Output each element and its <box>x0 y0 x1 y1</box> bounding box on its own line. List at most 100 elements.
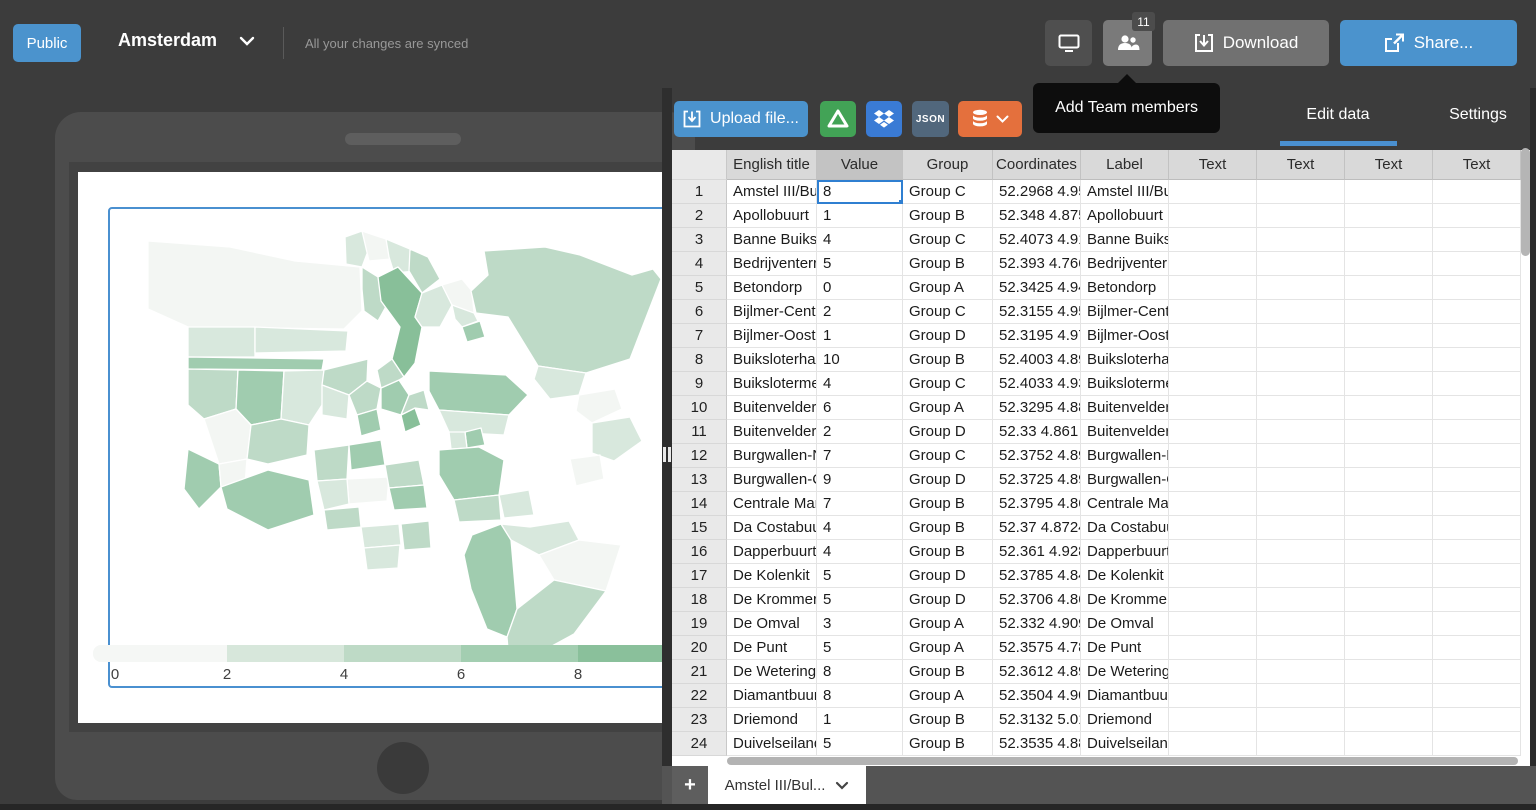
cell-text[interactable] <box>1169 588 1257 612</box>
cell-value[interactable]: 5 <box>817 588 903 612</box>
cell-english-title[interactable]: De Omval <box>727 612 817 636</box>
cell-value[interactable]: 5 <box>817 252 903 276</box>
cell-text[interactable] <box>1433 612 1521 636</box>
cell-text[interactable] <box>1169 252 1257 276</box>
cell-text[interactable] <box>1257 684 1345 708</box>
row-number[interactable]: 21 <box>672 660 727 684</box>
share-button[interactable]: Share... <box>1340 20 1517 66</box>
cell-text[interactable] <box>1169 540 1257 564</box>
cell-text[interactable] <box>1169 300 1257 324</box>
cell-coordinates[interactable]: 52.2968 4.95 <box>993 180 1081 204</box>
cell-english-title[interactable]: Burgwallen-C <box>727 468 817 492</box>
cell-text[interactable] <box>1433 684 1521 708</box>
cell-group[interactable]: Group C <box>903 180 993 204</box>
cell-coordinates[interactable]: 52.37 4.8724 <box>993 516 1081 540</box>
cell-value[interactable]: 5 <box>817 564 903 588</box>
cell-group[interactable]: Group A <box>903 396 993 420</box>
cell-group[interactable]: Group D <box>903 420 993 444</box>
cell-text[interactable] <box>1169 468 1257 492</box>
resize-handle-icon[interactable] <box>663 447 671 462</box>
cell-text[interactable] <box>1169 228 1257 252</box>
cell-coordinates[interactable]: 52.3795 4.86 <box>993 492 1081 516</box>
cell-text[interactable] <box>1433 228 1521 252</box>
row-number[interactable]: 19 <box>672 612 727 636</box>
cell-text[interactable] <box>1345 348 1433 372</box>
cell-group[interactable]: Group B <box>903 708 993 732</box>
cell-value[interactable]: 5 <box>817 732 903 756</box>
cell-text[interactable] <box>1169 180 1257 204</box>
cell-group[interactable]: Group B <box>903 516 993 540</box>
cell-text[interactable] <box>1169 324 1257 348</box>
cell-text[interactable] <box>1257 276 1345 300</box>
cell-label[interactable]: Da Costabuu <box>1081 516 1169 540</box>
upload-file-button[interactable]: Upload file... <box>674 101 808 137</box>
cell-text[interactable] <box>1257 540 1345 564</box>
cell-text[interactable] <box>1345 372 1433 396</box>
cell-coordinates[interactable]: 52.332 4.909 <box>993 612 1081 636</box>
cell-text[interactable] <box>1433 492 1521 516</box>
cell-group[interactable]: Group C <box>903 444 993 468</box>
row-number[interactable]: 12 <box>672 444 727 468</box>
cell-text[interactable] <box>1433 204 1521 228</box>
cell-english-title[interactable]: Da Costabuu <box>727 516 817 540</box>
download-button[interactable]: Download <box>1163 20 1329 66</box>
column-header[interactable]: Text <box>1345 150 1433 180</box>
cell-coordinates[interactable]: 52.348 4.875 <box>993 204 1081 228</box>
cell-text[interactable] <box>1257 468 1345 492</box>
cell-text[interactable] <box>1257 732 1345 756</box>
google-drive-button[interactable] <box>820 101 856 137</box>
dropbox-button[interactable] <box>866 101 902 137</box>
cell-coordinates[interactable]: 52.3575 4.78 <box>993 636 1081 660</box>
project-title-dropdown[interactable]: Amsterdam <box>118 30 255 51</box>
cell-coordinates[interactable]: 52.4003 4.89 <box>993 348 1081 372</box>
cell-text[interactable] <box>1169 732 1257 756</box>
cell-label[interactable]: Duivelseiland <box>1081 732 1169 756</box>
cell-text[interactable] <box>1345 252 1433 276</box>
row-number[interactable]: 18 <box>672 588 727 612</box>
cell-text[interactable] <box>1345 324 1433 348</box>
row-number[interactable]: 14 <box>672 492 727 516</box>
cell-text[interactable] <box>1433 324 1521 348</box>
cell-text[interactable] <box>1257 300 1345 324</box>
cell-text[interactable] <box>1345 708 1433 732</box>
selection-fill-handle[interactable] <box>898 199 903 204</box>
cell-english-title[interactable]: Burgwallen-N <box>727 444 817 468</box>
cell-value[interactable]: 2 <box>817 300 903 324</box>
json-import-button[interactable]: JSON <box>912 101 949 137</box>
cell-text[interactable] <box>1169 708 1257 732</box>
row-number[interactable]: 22 <box>672 684 727 708</box>
cell-text[interactable] <box>1169 444 1257 468</box>
cell-label[interactable]: Diamantbuur <box>1081 684 1169 708</box>
cell-text[interactable] <box>1257 444 1345 468</box>
cell-text[interactable] <box>1345 228 1433 252</box>
cell-english-title[interactable]: Banne Buiksl <box>727 228 817 252</box>
cell-english-title[interactable]: Duivelseiland <box>727 732 817 756</box>
cell-text[interactable] <box>1169 204 1257 228</box>
cell-group[interactable]: Group C <box>903 300 993 324</box>
cell-text[interactable] <box>1345 540 1433 564</box>
cell-value[interactable]: 1 <box>817 204 903 228</box>
cell-text[interactable] <box>1433 732 1521 756</box>
cell-text[interactable] <box>1257 228 1345 252</box>
cell-text[interactable] <box>1345 492 1433 516</box>
cell-english-title[interactable]: Amstel III/Bul <box>727 180 817 204</box>
row-number[interactable]: 5 <box>672 276 727 300</box>
cell-coordinates[interactable]: 52.3725 4.89 <box>993 468 1081 492</box>
cell-label[interactable]: Centrale Mar <box>1081 492 1169 516</box>
cell-text[interactable] <box>1345 684 1433 708</box>
cell-english-title[interactable]: Diamantbuur <box>727 684 817 708</box>
row-number[interactable]: 17 <box>672 564 727 588</box>
cell-text[interactable] <box>1433 300 1521 324</box>
cell-coordinates[interactable]: 52.3195 4.97 <box>993 324 1081 348</box>
row-number[interactable]: 23 <box>672 708 727 732</box>
cell-label[interactable]: Bedrijventerre <box>1081 252 1169 276</box>
cell-english-title[interactable]: Buitenveldert <box>727 420 817 444</box>
row-number[interactable]: 2 <box>672 204 727 228</box>
cell-label[interactable]: Buitenveldert <box>1081 420 1169 444</box>
cell-coordinates[interactable]: 52.3132 5.01 <box>993 708 1081 732</box>
cell-coordinates[interactable]: 52.3535 4.88 <box>993 732 1081 756</box>
cell-english-title[interactable]: De Krommert <box>727 588 817 612</box>
cell-group[interactable]: Group A <box>903 276 993 300</box>
cell-coordinates[interactable]: 52.4073 4.91 <box>993 228 1081 252</box>
tab-edit-data[interactable]: Edit data <box>1278 106 1398 124</box>
